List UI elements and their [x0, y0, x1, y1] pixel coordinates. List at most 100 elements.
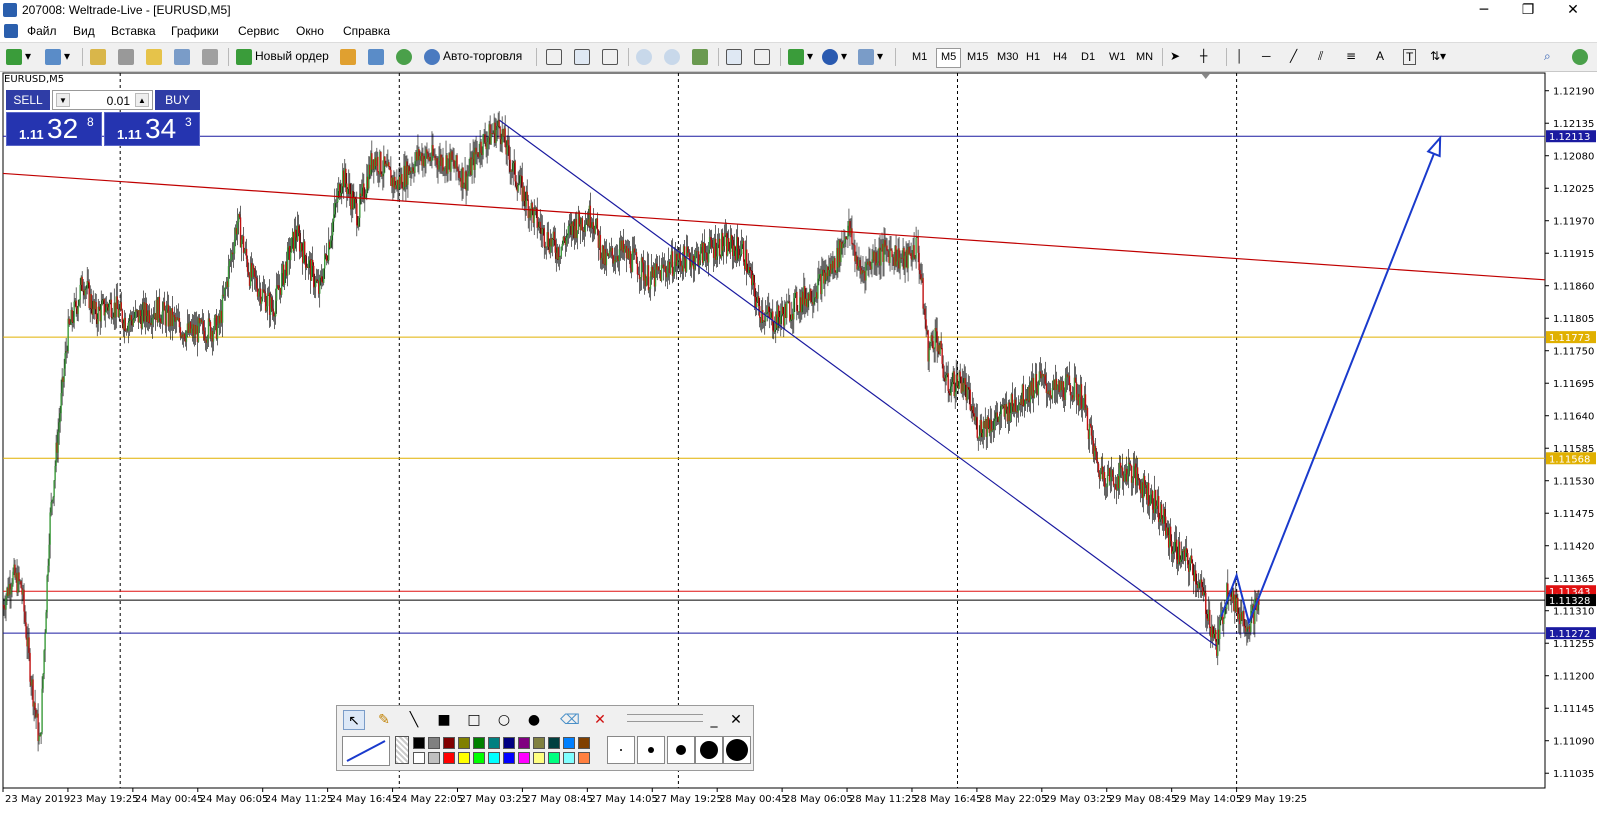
- color-swatch[interactable]: [563, 737, 575, 749]
- filled-ellipse-icon[interactable]: ●: [523, 710, 545, 730]
- channel-tool-button[interactable]: ⫽: [1318, 46, 1323, 67]
- crosshair-tool-button[interactable]: ┼: [1200, 46, 1207, 67]
- new-chart-button[interactable]: ▾: [6, 46, 31, 67]
- select-tool-icon[interactable]: ↖: [343, 710, 365, 730]
- eraser-icon[interactable]: ⌫: [559, 710, 581, 730]
- panel-close-icon[interactable]: ✕: [725, 710, 747, 730]
- clear-all-icon[interactable]: ✕: [589, 710, 611, 730]
- color-swatch[interactable]: [488, 752, 500, 764]
- chart-area[interactable]: 1.12190 1.12135 1.12080 1.12025 1.11970 1.119…: [0, 71, 1597, 822]
- brush-size-3[interactable]: [667, 736, 695, 764]
- text-tool-button[interactable]: A: [1376, 46, 1384, 67]
- timeframe-d1[interactable]: D1: [1077, 48, 1099, 66]
- color-swatch[interactable]: [578, 737, 590, 749]
- brush-size-2[interactable]: [637, 736, 665, 764]
- new-order-button[interactable]: Новый ордер: [236, 46, 329, 67]
- panel-grip[interactable]: [627, 714, 703, 722]
- fibonacci-tool-button[interactable]: ≡: [1346, 46, 1356, 67]
- menu-insert[interactable]: Вставка: [111, 24, 156, 38]
- vertical-line-tool-button[interactable]: │: [1236, 46, 1244, 67]
- timeframe-m30[interactable]: M30: [993, 48, 1022, 66]
- lot-decrease-button[interactable]: ▼: [56, 93, 70, 107]
- text-label-tool-button[interactable]: T: [1403, 49, 1417, 65]
- color-swatch[interactable]: [488, 737, 500, 749]
- zoom-in-button[interactable]: [636, 46, 655, 67]
- menu-file[interactable]: Файл: [27, 24, 57, 38]
- timeframe-h1[interactable]: H1: [1022, 48, 1044, 66]
- line-tool-icon[interactable]: ╲: [403, 710, 425, 730]
- menu-help[interactable]: Справка: [343, 24, 390, 38]
- color-swatch[interactable]: [533, 752, 545, 764]
- data-window-button[interactable]: [118, 46, 137, 67]
- menu-window[interactable]: Окно: [296, 24, 324, 38]
- line-chart-button[interactable]: [602, 46, 621, 67]
- bar-chart-button[interactable]: [546, 46, 565, 67]
- transparent-swatch[interactable]: [395, 736, 409, 764]
- chart-window-icon[interactable]: [4, 24, 18, 38]
- minimize-button[interactable]: ─: [1462, 0, 1506, 20]
- timeframe-m15[interactable]: M15: [963, 48, 992, 66]
- navigator-button[interactable]: [146, 46, 165, 67]
- chart-shift-button[interactable]: [754, 46, 773, 67]
- color-swatch[interactable]: [473, 752, 485, 764]
- signals-button[interactable]: [368, 46, 387, 67]
- terminal-button[interactable]: [174, 46, 193, 67]
- color-swatch[interactable]: [503, 752, 515, 764]
- trendline-tool-button[interactable]: ╱: [1290, 46, 1297, 67]
- buy-button[interactable]: BUY: [155, 90, 200, 110]
- color-swatch[interactable]: [428, 752, 440, 764]
- timeframe-h4[interactable]: H4: [1049, 48, 1071, 66]
- market-button[interactable]: [396, 46, 415, 67]
- tile-windows-button[interactable]: [692, 46, 711, 67]
- cursor-tool-button[interactable]: ➤: [1170, 46, 1180, 67]
- panel-minimize-icon[interactable]: _: [703, 710, 725, 730]
- search-icon[interactable]: ⌕: [1544, 46, 1551, 67]
- brush-size-4[interactable]: [695, 736, 723, 764]
- timeframe-m5[interactable]: M5: [936, 48, 962, 68]
- restore-button[interactable]: ❐: [1506, 0, 1550, 20]
- zoom-out-button[interactable]: [664, 46, 683, 67]
- sell-button[interactable]: SELL: [6, 90, 50, 110]
- color-swatch[interactable]: [518, 752, 530, 764]
- market-watch-button[interactable]: [90, 46, 109, 67]
- templates-button[interactable]: ▾: [858, 46, 883, 67]
- color-swatch[interactable]: [473, 737, 485, 749]
- highlighter-icon[interactable]: ✎: [373, 710, 395, 730]
- color-swatch[interactable]: [413, 752, 425, 764]
- brush-size-5[interactable]: [723, 736, 751, 764]
- metaeditor-button[interactable]: [340, 46, 359, 67]
- rectangle-icon[interactable]: □: [463, 710, 485, 730]
- lot-increase-button[interactable]: ▲: [135, 93, 149, 107]
- color-swatch[interactable]: [413, 737, 425, 749]
- lot-size-input[interactable]: ▼ 0.01 ▲: [52, 90, 153, 110]
- color-swatch[interactable]: [578, 752, 590, 764]
- autoscroll-button[interactable]: [726, 46, 745, 67]
- periods-button[interactable]: ▾: [822, 46, 847, 67]
- color-swatch[interactable]: [458, 752, 470, 764]
- account-button[interactable]: [1572, 46, 1591, 67]
- color-swatch[interactable]: [458, 737, 470, 749]
- color-swatch[interactable]: [548, 752, 560, 764]
- close-button[interactable]: ✕: [1551, 0, 1595, 20]
- color-swatch[interactable]: [548, 737, 560, 749]
- bid-price-button[interactable]: 1.11 32 8: [6, 112, 102, 146]
- brush-size-1[interactable]: [607, 736, 635, 764]
- color-swatch[interactable]: [443, 752, 455, 764]
- price-chart[interactable]: 1.12190 1.12135 1.12080 1.12025 1.11970 1.119…: [0, 71, 1597, 822]
- indicators-button[interactable]: ▾: [788, 46, 813, 67]
- filled-rectangle-icon[interactable]: ■: [433, 710, 455, 730]
- color-swatch[interactable]: [443, 737, 455, 749]
- arrows-tool-button[interactable]: ⇅▾: [1430, 46, 1446, 67]
- timeframe-w1[interactable]: W1: [1105, 48, 1130, 66]
- menu-view[interactable]: Вид: [73, 24, 95, 38]
- color-swatch[interactable]: [518, 737, 530, 749]
- candlestick-button[interactable]: [574, 46, 593, 67]
- profiles-button[interactable]: ▾: [45, 46, 70, 67]
- line-style-preview[interactable]: [342, 736, 390, 766]
- color-swatch[interactable]: [428, 737, 440, 749]
- ask-price-button[interactable]: 1.11 34 3: [104, 112, 200, 146]
- color-swatch[interactable]: [563, 752, 575, 764]
- timeframe-m1[interactable]: M1: [908, 48, 931, 66]
- color-swatch[interactable]: [533, 737, 545, 749]
- horizontal-line-tool-button[interactable]: ─: [1262, 46, 1271, 67]
